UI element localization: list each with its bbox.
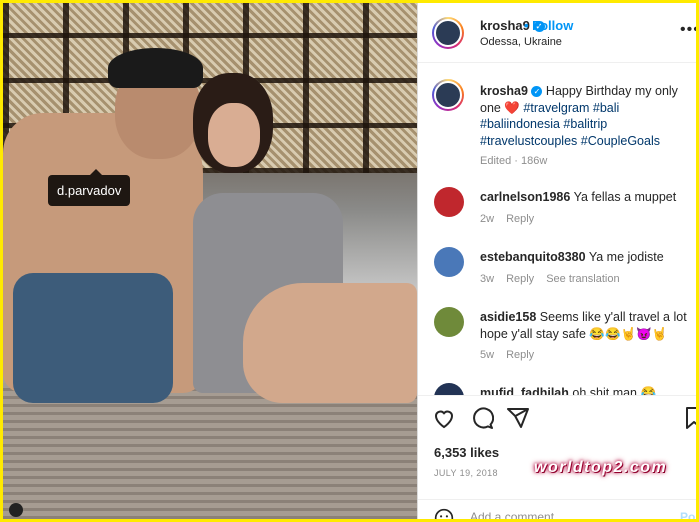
commenter-avatar[interactable] (434, 383, 464, 395)
comment-text: oh shit man 😂 (572, 386, 657, 395)
see-translation-button[interactable]: See translation (546, 273, 619, 285)
hashtag-link[interactable]: #CoupleGoals (581, 134, 660, 148)
share-icon[interactable] (506, 406, 530, 430)
user-tag-icon[interactable] (9, 503, 23, 517)
author-username-text[interactable]: krosha9 (480, 18, 530, 33)
photo-woman-legs (243, 283, 417, 403)
comment-username[interactable]: asidie158 (480, 310, 536, 324)
post-date[interactable]: JULY 19, 2018 (434, 468, 498, 478)
comment-time: 3w (480, 273, 495, 285)
hashtag-link[interactable]: #travelustcouples (480, 134, 577, 148)
follow-label[interactable]: Follow (532, 18, 573, 33)
comment-item: mufid_fadhilah oh shit man 😂 (434, 383, 689, 395)
likes-count[interactable]: 6,353 likes (434, 445, 499, 460)
post-comment-button[interactable]: Pos (680, 510, 696, 519)
caption-username[interactable]: krosha9 (480, 84, 528, 98)
photo-man-shorts (13, 273, 173, 403)
commenter-avatar[interactable] (434, 307, 464, 337)
hashtag-link[interactable]: #balitrip (563, 117, 607, 131)
author-avatar[interactable] (432, 17, 464, 49)
add-comment-input[interactable]: Add a comment... (470, 510, 564, 519)
post-side-panel: krosha9 ✓ • Follow Odessa, Ukraine ••• k… (417, 3, 696, 519)
caption-avatar[interactable] (432, 79, 464, 111)
comment-text: Ya fellas a muppet (573, 190, 677, 204)
post-actions (418, 395, 696, 435)
bookmark-icon[interactable] (684, 406, 696, 430)
hashtag-link[interactable]: #travelgram (523, 101, 589, 115)
photo-floor (3, 383, 417, 519)
post-header: krosha9 ✓ • Follow Odessa, Ukraine ••• (418, 3, 696, 63)
hashtag-link[interactable]: #bali (593, 101, 619, 115)
commenter-avatar[interactable] (434, 247, 464, 277)
comment-time: 5w (480, 349, 495, 361)
follow-button[interactable]: • Follow (524, 18, 573, 33)
photo-man-cap (108, 48, 203, 88)
verified-icon: ✓ (531, 86, 543, 98)
commenter-avatar[interactable] (434, 187, 464, 217)
hashtag-link[interactable]: #baliindonesia (480, 117, 560, 131)
comment-text: Ya me jodiste (588, 250, 664, 264)
heart-icon[interactable] (432, 406, 456, 430)
comment-username[interactable]: estebanquito8380 (480, 250, 586, 264)
caption-meta: Edited · 186w (480, 155, 548, 167)
photo-user-tag[interactable]: d.parvadov (48, 169, 131, 206)
post-location[interactable]: Odessa, Ukraine (480, 36, 562, 48)
post-photo[interactable]: d.parvadov (3, 3, 417, 519)
reply-button[interactable]: Reply (506, 213, 534, 225)
red-heart-emoji: ❤️ (504, 100, 520, 115)
post-frame: d.parvadov krosha9 ✓ • Follow Odessa, Uk… (3, 3, 696, 519)
comment-username[interactable]: mufid_fadhilah (480, 386, 569, 395)
photo-woman-face (208, 103, 260, 167)
comment-time: 2w (480, 213, 495, 225)
add-comment-bar: Add a comment... Pos (418, 499, 696, 519)
post-caption: krosha9 ✓ Happy Birthday my only one ❤️ … (480, 83, 690, 170)
comment-icon[interactable] (470, 406, 494, 430)
more-icon[interactable]: ••• (680, 21, 696, 39)
comment-username[interactable]: carlnelson1986 (480, 190, 570, 204)
reply-button[interactable]: Reply (506, 349, 534, 361)
emoji-icon[interactable] (434, 508, 454, 519)
reply-button[interactable]: Reply (506, 273, 534, 285)
watermark: worldtop2.com (534, 459, 668, 476)
